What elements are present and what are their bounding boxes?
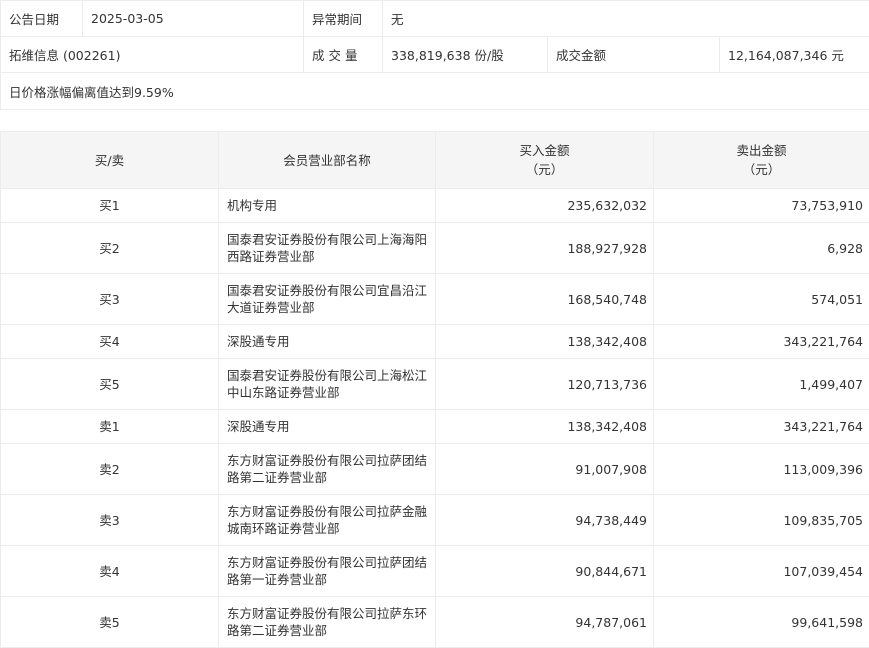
row-member-name: 东方财富证券股份有限公司拉萨金融城南环路证券营业部 [219,495,436,546]
row-side: 卖3 [1,495,219,546]
row-buy-amount: 235,632,032 [436,189,654,223]
row-side: 买3 [1,274,219,325]
stock-name: 拓维信息 (002261) [1,37,304,73]
row-sell-amount: 107,039,454 [654,546,869,597]
row-buy-amount: 94,738,449 [436,495,654,546]
row-sell-amount: 6,928 [654,223,869,274]
header-side: 买/卖 [1,132,219,189]
header-sell-unit: （元） [743,162,781,177]
row-side: 卖5 [1,597,219,648]
date-value: 2025-03-05 [83,1,304,37]
header-buy-unit: （元） [526,162,564,177]
row-buy-amount: 94,787,061 [436,597,654,648]
announcement-info-table: 公告日期 2025-03-05 异常期间 无 拓维信息 (002261) 成 交… [0,0,869,110]
amount-label: 成交金额 [548,37,720,73]
row-member-name: 国泰君安证券股份有限公司宜昌沿江大道证券营业部 [219,274,436,325]
row-side: 卖2 [1,444,219,495]
volume-value: 338,819,638 份/股 [383,37,548,73]
date-label: 公告日期 [1,1,83,37]
table-row: 卖3东方财富证券股份有限公司拉萨金融城南环路证券营业部94,738,449109… [1,495,869,546]
row-member-name: 深股通专用 [219,325,436,359]
row-member-name: 东方财富证券股份有限公司拉萨团结路第二证券营业部 [219,444,436,495]
period-label: 异常期间 [304,1,383,37]
row-member-name: 东方财富证券股份有限公司拉萨团结路第一证券营业部 [219,546,436,597]
row-buy-amount: 168,540,748 [436,274,654,325]
row-sell-amount: 343,221,764 [654,325,869,359]
row-member-name: 国泰君安证券股份有限公司上海海阳西路证券营业部 [219,223,436,274]
row-member-name: 东方财富证券股份有限公司拉萨东环路第二证券营业部 [219,597,436,648]
broker-trading-table: 买/卖 会员营业部名称 买入金额 （元） 卖出金额 （元） 买1机构专用235,63… [0,131,869,648]
row-sell-amount: 113,009,396 [654,444,869,495]
header-buy: 买入金额 （元） [436,132,654,189]
row-side: 卖1 [1,410,219,444]
row-sell-amount: 574,051 [654,274,869,325]
row-sell-amount: 109,835,705 [654,495,869,546]
header-sell: 卖出金额 （元） [654,132,869,189]
row-buy-amount: 120,713,736 [436,359,654,410]
row-buy-amount: 91,007,908 [436,444,654,495]
header-sell-label: 卖出金额 [736,143,786,158]
row-sell-amount: 1,499,407 [654,359,869,410]
row-side: 买4 [1,325,219,359]
row-member-name: 国泰君安证券股份有限公司上海松江中山东路证券营业部 [219,359,436,410]
table-row: 买1机构专用235,632,03273,753,910 [1,189,869,223]
period-value: 无 [383,1,869,37]
row-sell-amount: 73,753,910 [654,189,869,223]
row-buy-amount: 90,844,671 [436,546,654,597]
table-row: 买2国泰君安证券股份有限公司上海海阳西路证券营业部188,927,9286,92… [1,223,869,274]
row-sell-amount: 99,641,598 [654,597,869,648]
row-side: 买5 [1,359,219,410]
row-sell-amount: 343,221,764 [654,410,869,444]
row-buy-amount: 138,342,408 [436,325,654,359]
volume-label: 成 交 量 [304,37,383,73]
table-row: 卖5东方财富证券股份有限公司拉萨东环路第二证券营业部94,787,06199,6… [1,597,869,648]
row-side: 卖4 [1,546,219,597]
reason-text: 日价格涨幅偏离值达到9.59% [1,73,869,110]
row-buy-amount: 188,927,928 [436,223,654,274]
header-member: 会员营业部名称 [219,132,436,189]
table-row: 卖4东方财富证券股份有限公司拉萨团结路第一证券营业部90,844,671107,… [1,546,869,597]
row-side: 买1 [1,189,219,223]
row-member-name: 机构专用 [219,189,436,223]
header-buy-label: 买入金额 [519,143,569,158]
table-row: 卖2东方财富证券股份有限公司拉萨团结路第二证券营业部91,007,908113,… [1,444,869,495]
row-member-name: 深股通专用 [219,410,436,444]
row-side: 买2 [1,223,219,274]
table-row: 买4深股通专用138,342,408343,221,764 [1,325,869,359]
table-row: 买3国泰君安证券股份有限公司宜昌沿江大道证券营业部168,540,748574,… [1,274,869,325]
amount-value: 12,164,087,346 元 [720,37,869,73]
table-row: 买5国泰君安证券股份有限公司上海松江中山东路证券营业部120,713,7361,… [1,359,869,410]
row-buy-amount: 138,342,408 [436,410,654,444]
table-row: 卖1深股通专用138,342,408343,221,764 [1,410,869,444]
